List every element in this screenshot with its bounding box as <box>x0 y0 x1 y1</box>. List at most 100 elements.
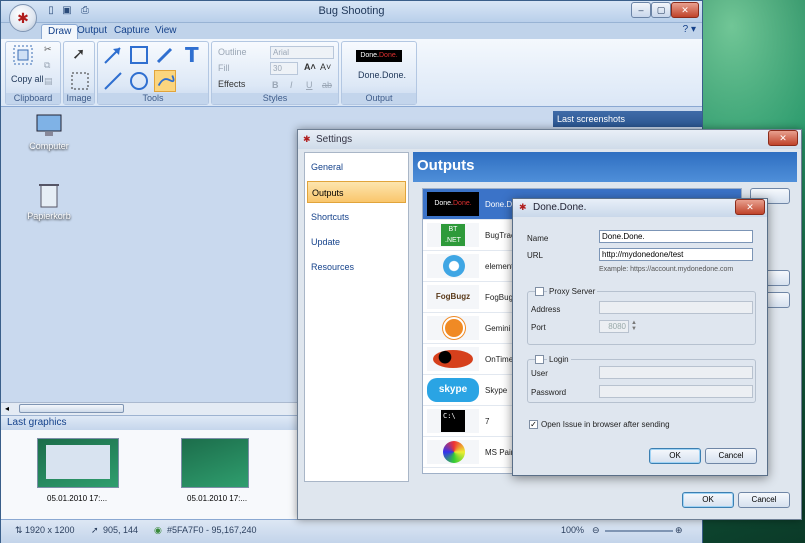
graphic-thumbnail-1[interactable] <box>37 438 119 488</box>
group-image: ➚ Image <box>63 41 95 105</box>
tab-view[interactable]: View <box>149 24 183 39</box>
login-label: Login <box>547 355 571 364</box>
last-screenshots-panel: Last screenshots <box>553 111 702 127</box>
computer-label: Computer <box>29 141 69 151</box>
text-tool-icon[interactable]: T <box>182 44 204 66</box>
size-select[interactable]: 30 <box>270 62 298 75</box>
window-title: Bug Shooting <box>318 5 385 17</box>
dialog-close-button[interactable]: ✕ <box>735 199 765 215</box>
trash-icon <box>39 184 59 208</box>
password-input[interactable] <box>599 385 753 398</box>
settings-cancel-button[interactable]: Cancel <box>738 492 790 508</box>
font-select[interactable]: Arial <box>270 46 334 59</box>
cut-icon[interactable]: ✂ <box>44 44 52 55</box>
zoom-level: 100% <box>561 525 585 535</box>
proxy-checkbox[interactable] <box>535 287 544 296</box>
settings-title: Settings <box>298 130 801 149</box>
dialog-ok-button[interactable]: OK <box>649 448 701 464</box>
paste-icon[interactable]: ▤ <box>44 76 53 87</box>
name-input[interactable]: Done.Done. <box>599 230 753 243</box>
app-menu-icon[interactable]: ✱ <box>9 4 37 32</box>
scroll-left-icon[interactable]: ◂ <box>5 404 9 413</box>
skype-icon: skype <box>427 378 479 402</box>
output-label: Gemini <box>485 324 511 333</box>
svg-text:T: T <box>185 44 199 66</box>
group-clipboard: Copy all ✂ ⧉ ▤ Clipboard <box>5 41 61 105</box>
trash-label: Papierkorb <box>27 211 71 221</box>
strikethrough-icon[interactable]: ab <box>322 80 332 90</box>
user-input[interactable] <box>599 366 753 379</box>
cursor-position: 905, 144 <box>103 525 139 535</box>
output-label: OnTime <box>485 355 514 364</box>
port-input[interactable]: 8080 <box>599 320 629 333</box>
copy-all-icon[interactable] <box>12 44 34 66</box>
settings-close-button[interactable]: ✕ <box>768 130 798 146</box>
login-checkbox[interactable] <box>535 355 544 364</box>
fill-label[interactable]: Fill <box>218 63 230 73</box>
open-issue-checkbox[interactable]: ✓ <box>529 420 538 429</box>
nav-general[interactable]: General <box>307 156 406 178</box>
url-example: Example: https://account.mydonedone.com <box>599 266 734 273</box>
output-selector[interactable]: Done.Done. <box>358 70 406 80</box>
grow-font-icon[interactable]: A˄ <box>304 62 316 72</box>
select-arrow-icon[interactable]: ➚ <box>72 44 85 64</box>
dialog-cancel-button[interactable]: Cancel <box>705 448 757 464</box>
settings-nav: General Outputs Shortcuts Update Resourc… <box>304 152 409 482</box>
rectangle-tool-icon[interactable] <box>128 44 150 66</box>
crop-icon[interactable] <box>69 70 91 92</box>
graphic-date-1: 05.01.2010 17:... <box>47 494 108 503</box>
nav-outputs[interactable]: Outputs <box>307 181 406 203</box>
zoom-in-icon[interactable]: ⊕ <box>675 525 683 536</box>
graphic-thumbnail-2[interactable] <box>181 438 249 488</box>
nav-resources[interactable]: Resources <box>307 256 406 278</box>
group-tools: T Tools <box>97 41 209 105</box>
settings-ok-button[interactable]: OK <box>682 492 734 508</box>
url-input[interactable]: http://mydonedone/test <box>599 248 753 261</box>
tab-output[interactable]: Output <box>71 24 113 39</box>
line-tool-icon[interactable] <box>102 70 124 92</box>
highlighter-tool-icon[interactable] <box>154 70 176 92</box>
clipboard-group-label: Clipboard <box>6 93 60 104</box>
donedone-dialog: Done.Done. ✱ ✕ Name Done.Done. URL http:… <box>512 198 768 476</box>
ribbon: Copy all ✂ ⧉ ▤ Clipboard ➚ Image T Tools… <box>1 39 702 107</box>
ellipse-tool-icon[interactable] <box>128 70 150 92</box>
resolution-text: 1920 x 1200 <box>25 525 75 535</box>
bold-icon[interactable]: B <box>272 80 279 90</box>
minimize-button[interactable]: ‒ <box>631 2 651 18</box>
output-label: element <box>485 262 514 271</box>
zoom-slider[interactable] <box>605 530 673 532</box>
horizontal-scrollbar[interactable]: ◂ <box>1 402 299 415</box>
nav-update[interactable]: Update <box>307 231 406 253</box>
proxy-label: Proxy Server <box>547 287 598 296</box>
nav-shortcuts[interactable]: Shortcuts <box>307 206 406 228</box>
proxy-group <box>527 291 756 345</box>
output-group-label: Output <box>342 93 416 104</box>
settings-bug-icon: ✱ <box>303 134 311 144</box>
close-button[interactable]: ✕ <box>671 2 699 18</box>
status-bar: ⇅ 1920 x 1200 ➚ 905, 144 ◉ #5FA7F0 - 95,… <box>1 519 702 543</box>
last-graphics-header: Last graphics <box>1 416 299 430</box>
outline-label[interactable]: Outline <box>218 47 247 57</box>
scroll-thumb[interactable] <box>19 404 124 413</box>
maximize-button[interactable]: ▢ <box>651 2 671 18</box>
bugtracker-icon: BT .NET <box>427 223 479 247</box>
output-label: 7 <box>485 417 490 426</box>
help-icon[interactable]: ? ▾ <box>683 24 696 35</box>
zoom-out-icon[interactable]: ⊖ <box>592 525 600 536</box>
pen-tool-icon[interactable] <box>154 44 176 66</box>
elementool-icon <box>427 254 479 278</box>
output-label: MS Pain <box>485 448 516 457</box>
shrink-font-icon[interactable]: A˅ <box>320 62 331 72</box>
copy-icon[interactable]: ⧉ <box>44 60 50 71</box>
port-spinner[interactable]: ▲ ▼ <box>631 320 637 332</box>
arrow-tool-icon[interactable] <box>102 44 124 66</box>
outputs-header: Outputs <box>413 152 797 182</box>
address-input[interactable] <box>599 301 753 314</box>
donedone-logo-icon: Done.Done. <box>427 192 479 216</box>
color-value: #5FA7F0 - 95,167,240 <box>167 525 257 535</box>
url-label: URL <box>527 251 544 260</box>
italic-icon[interactable]: I <box>290 80 293 90</box>
styles-group-label: Styles <box>212 93 338 104</box>
effects-label[interactable]: Effects <box>218 79 245 89</box>
underline-icon[interactable]: U <box>306 80 313 90</box>
